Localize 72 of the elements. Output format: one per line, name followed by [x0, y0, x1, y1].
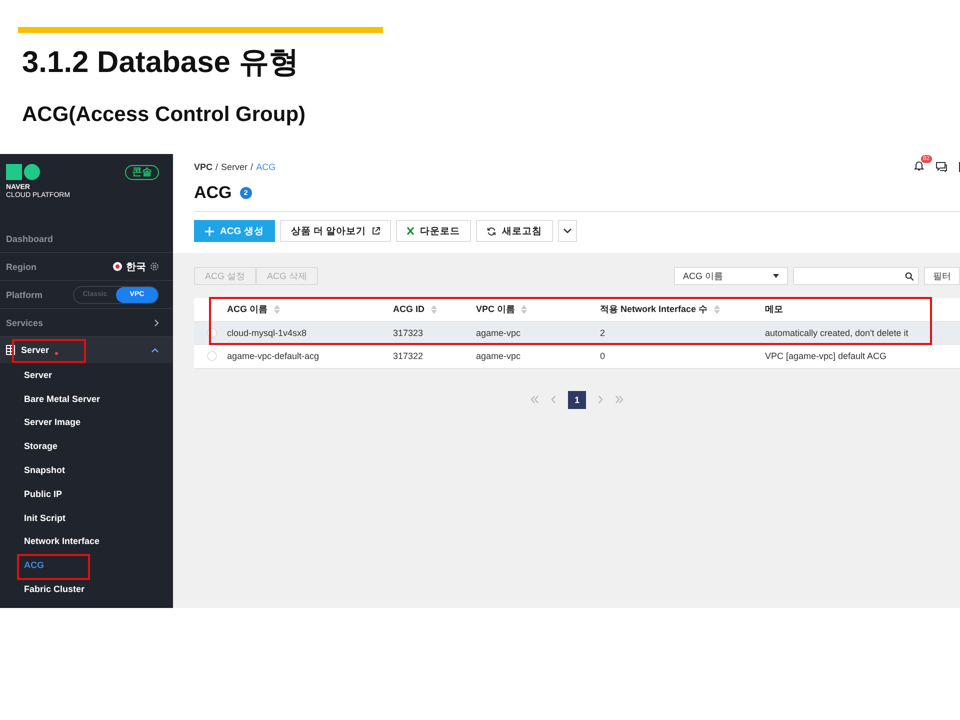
services-label[interactable]: Services — [6, 318, 44, 328]
first-page-icon[interactable] — [530, 395, 539, 404]
sidebar-subitem[interactable]: Bare Metal Server — [0, 386, 173, 411]
search-input[interactable] — [793, 267, 919, 285]
column-header: VPC 이름 — [476, 302, 516, 316]
sidebar-subitem[interactable]: Snapshot — [0, 458, 173, 482]
sidebar-subitem[interactable]: Init Script — [0, 506, 173, 530]
table-cell: 317322 — [393, 351, 424, 362]
page-button[interactable]: 1 — [568, 390, 586, 408]
plus-icon — [205, 226, 214, 236]
console-badge[interactable]: 콘솔 — [125, 165, 159, 180]
server-icon — [6, 345, 15, 355]
column-header: ACG 이름 — [227, 302, 268, 316]
more-button[interactable] — [558, 220, 578, 242]
dropdown-icon — [773, 274, 779, 278]
server-group-label: Server — [21, 345, 50, 355]
chat-icon[interactable] — [936, 162, 947, 172]
bell-icon[interactable] — [914, 160, 924, 171]
breadcrumb-link[interactable]: VPC — [194, 162, 213, 172]
table-cell: 317323 — [393, 328, 424, 338]
flag-icon — [113, 262, 122, 271]
table-cell: agame-vpc-default-acg — [227, 351, 320, 362]
server-group-header[interactable]: Server — [0, 337, 173, 363]
filter-button[interactable]: 필터 — [924, 267, 960, 285]
sidebar-subitem[interactable]: Network Interface — [0, 530, 173, 554]
table-cell: 2 — [600, 328, 606, 338]
table-row[interactable]: agame-vpc-default-acg 317322 agame-vpc 0 VPC [agame-vpc] default ACG — [194, 345, 960, 368]
last-page-icon[interactable] — [615, 395, 624, 404]
platform-label: Platform — [6, 290, 43, 300]
sidebar-subitem[interactable]: Storage — [0, 434, 173, 458]
chevron-right-icon[interactable] — [154, 318, 159, 326]
previous-page-icon[interactable] — [549, 395, 558, 404]
external-link-icon — [372, 227, 380, 235]
table-cell: cloud-mysql-1v4sx8 — [227, 328, 307, 338]
sidebar-subitem[interactable]: Server Image — [0, 410, 173, 434]
search-field-select[interactable]: ACG 이름 — [674, 267, 788, 285]
page-title: ACG — [194, 183, 232, 203]
table-cell: agame-vpc — [476, 328, 521, 338]
table-cell: automatically created, don't delete it — [765, 328, 908, 338]
table-cell: VPC [agame-vpc] default ACG — [765, 351, 887, 362]
chevron-icon[interactable] — [151, 348, 159, 352]
slide-title: 3.1.2 Database 유형 — [22, 45, 300, 81]
sidebar-subitem[interactable]: ACG — [0, 553, 173, 578]
next-page-icon[interactable] — [596, 395, 605, 404]
sidebar-subitem[interactable]: Public IP — [0, 482, 173, 506]
sidebar-subitem[interactable]: Server — [0, 363, 173, 387]
sort-icon[interactable] — [714, 304, 720, 314]
excel-icon — [407, 227, 414, 235]
slide-subtitle: ACG(Access Control Group) — [22, 102, 307, 128]
table-cell: agame-vpc — [476, 351, 521, 362]
logo-icon — [6, 164, 40, 180]
search-icon[interactable] — [905, 272, 914, 280]
column-header: ACG ID — [393, 304, 424, 314]
region-label: Region — [6, 262, 36, 272]
region-value[interactable]: 한국 — [126, 260, 146, 274]
chevron-down-icon — [563, 228, 572, 234]
breadcrumb-separator: / — [216, 162, 218, 172]
table-cell: 0 — [600, 351, 606, 362]
sort-icon[interactable] — [430, 304, 436, 314]
refresh-button[interactable]: 새로고침 — [476, 220, 554, 242]
column-header: 적용 Network Interface 수 — [600, 302, 708, 316]
download-button[interactable]: 다운로드 — [396, 220, 472, 242]
refresh-icon — [487, 226, 496, 236]
column-header: 메모 — [765, 302, 783, 316]
learn-more-button[interactable]: 상품 더 알아보기 — [280, 220, 392, 242]
breadcrumb-separator: / — [250, 162, 254, 172]
row-radio[interactable] — [207, 351, 217, 362]
sort-icon[interactable] — [274, 304, 280, 314]
settings-icon[interactable] — [150, 262, 159, 271]
sort-icon[interactable] — [521, 304, 528, 314]
sidebar-subitem[interactable]: Fabric Cluster — [0, 577, 173, 601]
breadcrumb-link[interactable]: Server — [221, 162, 248, 172]
